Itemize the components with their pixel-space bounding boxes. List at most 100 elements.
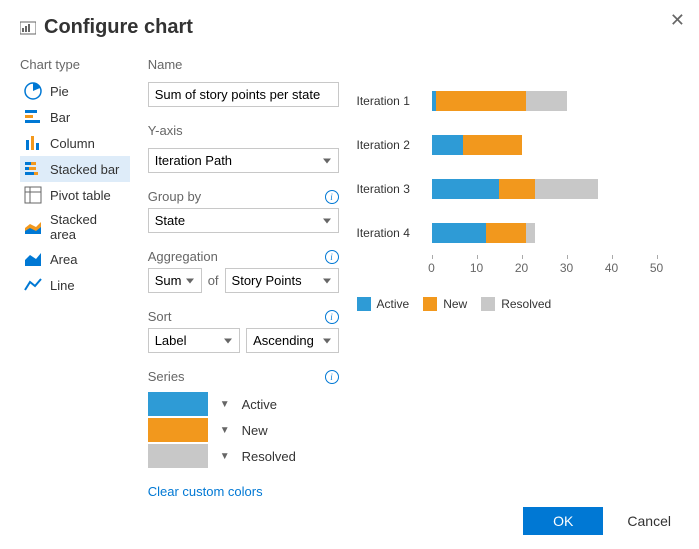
axis-tick: 40 [589, 261, 634, 275]
chart-type-pivot-table[interactable]: Pivot table [20, 182, 130, 208]
chart-preview-panel: Iteration 1 Iteration 2 Iteration 3 Iterati… [357, 57, 680, 499]
of-label: of [208, 273, 219, 288]
name-input[interactable] [148, 82, 339, 107]
bar-segment [432, 223, 486, 243]
bar-row: Iteration 2 [357, 123, 680, 167]
series-label: Active [242, 397, 277, 412]
chart-type-stacked-bar[interactable]: Stacked bar [20, 156, 130, 182]
bar-segment [526, 223, 535, 243]
chevron-down-icon[interactable]: ▼ [220, 425, 230, 436]
series-label: New [242, 423, 268, 438]
series-color-swatch[interactable] [148, 392, 208, 416]
legend-swatch [423, 297, 437, 311]
axis-tick: 50 [634, 261, 679, 275]
bar-segment [463, 135, 522, 155]
chart-type-label: Bar [50, 110, 70, 125]
chart-type-label: Stacked area [50, 212, 126, 242]
series-item: ▼ Active [148, 392, 339, 416]
legend-item: New [423, 297, 467, 311]
chart-type-label: Stacked bar [50, 162, 119, 177]
bar-category-label: Iteration 3 [357, 182, 432, 196]
sort-by-select[interactable] [148, 328, 240, 353]
aggregation-label: Aggregation [148, 249, 218, 264]
groupby-select[interactable] [148, 208, 339, 233]
area-icon [24, 250, 42, 268]
info-icon[interactable]: i [325, 250, 339, 264]
bar-icon [24, 108, 42, 126]
yaxis-select[interactable] [148, 148, 339, 173]
legend-item: Active [357, 297, 410, 311]
axis-tick: 30 [544, 261, 589, 275]
chevron-down-icon[interactable]: ▼ [220, 399, 230, 410]
name-label: Name [148, 57, 339, 72]
bar-row: Iteration 3 [357, 167, 680, 211]
chart-type-label: Pivot table [50, 188, 111, 203]
chart-config-icon [20, 20, 36, 36]
aggregation-field-select[interactable] [225, 268, 339, 293]
chart-type-line[interactable]: Line [20, 272, 130, 298]
chart-type-stacked-area[interactable]: Stacked area [20, 208, 130, 246]
bar-track [432, 179, 680, 199]
bar-segment [432, 179, 500, 199]
chart-type-pie[interactable]: Pie [20, 78, 130, 104]
info-icon[interactable]: i [325, 310, 339, 324]
chart-type-area[interactable]: Area [20, 246, 130, 272]
bar-track [432, 91, 680, 111]
sort-label: Sort [148, 309, 172, 324]
bar-category-label: Iteration 2 [357, 138, 432, 152]
axis-tick: 0 [409, 261, 454, 275]
series-color-swatch[interactable] [148, 444, 208, 468]
bar-row: Iteration 4 [357, 211, 680, 255]
x-axis: 01020304050 [432, 255, 680, 275]
bar-row: Iteration 1 [357, 79, 680, 123]
yaxis-label: Y-axis [148, 123, 339, 138]
chart-type-column[interactable]: Column [20, 130, 130, 156]
bar-segment [432, 135, 464, 155]
series-item: ▼ Resolved [148, 444, 339, 468]
series-item: ▼ New [148, 418, 339, 442]
chart-type-label: Column [50, 136, 95, 151]
dialog-header: Configure chart [20, 16, 679, 39]
series-label: Resolved [242, 449, 296, 464]
legend-label: New [443, 297, 467, 311]
bar-category-label: Iteration 4 [357, 226, 432, 240]
series-color-swatch[interactable] [148, 418, 208, 442]
ok-button[interactable]: OK [523, 507, 603, 535]
clear-custom-colors-link[interactable]: Clear custom colors [148, 484, 339, 499]
chart-legend: Active New Resolved [357, 297, 680, 311]
bar-track [432, 223, 680, 243]
sort-dir-select[interactable] [246, 328, 338, 353]
chart-type-label: Pie [50, 84, 69, 99]
dialog-footer: OK Cancel [523, 507, 679, 535]
chevron-down-icon[interactable]: ▼ [220, 451, 230, 462]
column-icon [24, 134, 42, 152]
pie-icon [24, 82, 42, 100]
legend-label: Active [377, 297, 410, 311]
info-icon[interactable]: i [325, 370, 339, 384]
legend-swatch [357, 297, 371, 311]
bar-segment [535, 179, 598, 199]
bar-segment [436, 91, 526, 111]
bar-segment [486, 223, 527, 243]
stacked-area-icon [24, 218, 42, 236]
cancel-button[interactable]: Cancel [619, 507, 679, 535]
pivot-table-icon [24, 186, 42, 204]
series-label: Series [148, 369, 185, 384]
chart-type-label: Line [50, 278, 75, 293]
bar-segment [499, 179, 535, 199]
config-panel: Name Y-axis Group by i Aggregation i of … [148, 57, 339, 499]
groupby-label: Group by [148, 189, 201, 204]
chart-type-bar[interactable]: Bar [20, 104, 130, 130]
close-icon[interactable]: ✕ [666, 6, 689, 35]
legend-swatch [481, 297, 495, 311]
chart-type-heading: Chart type [20, 57, 130, 72]
dialog-title: Configure chart [44, 16, 193, 39]
aggregation-select[interactable] [148, 268, 202, 293]
line-icon [24, 276, 42, 294]
info-icon[interactable]: i [325, 190, 339, 204]
axis-tick: 20 [499, 261, 544, 275]
bar-segment [526, 91, 567, 111]
stacked-bar-icon [24, 160, 42, 178]
legend-label: Resolved [501, 297, 551, 311]
legend-item: Resolved [481, 297, 551, 311]
